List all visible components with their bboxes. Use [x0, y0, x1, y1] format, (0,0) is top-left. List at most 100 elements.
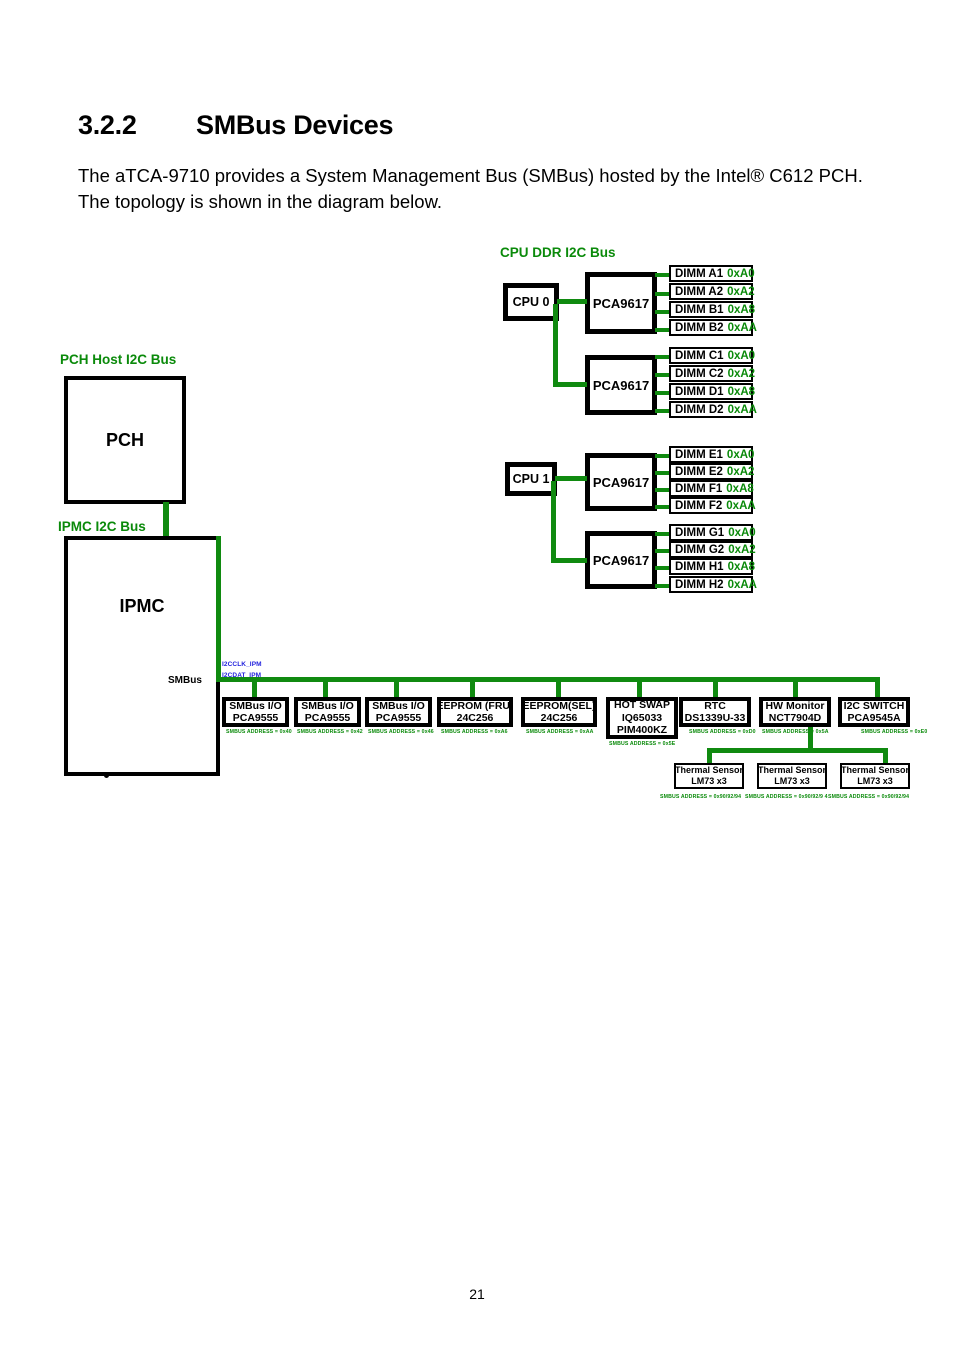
device-hw-monitor: HW Monitor NCT7904D: [759, 697, 831, 727]
device-thermal-sensor-1-address: SMBUS ADDRESS = 0x90/92/94: [660, 794, 742, 800]
dimm-f1-address: 0xA8: [726, 482, 754, 495]
chip-pca9617-d-label: PCA9617: [592, 552, 650, 568]
wire-drop-device-2: [323, 680, 328, 698]
device-smbus-io-3-line1: SMBus I/O: [372, 699, 425, 712]
dimm-a2-address: 0xA2: [727, 285, 755, 298]
device-rtc-line2: DS1339U-33: [684, 712, 746, 724]
chip-pca9617-c: PCA9617: [585, 453, 657, 511]
dimm-a2: DIMM A2 0xA2: [669, 283, 755, 300]
dimm-d2-address: 0xAA: [727, 403, 757, 416]
dimm-c2-label: DIMM C2: [675, 367, 724, 380]
dimm-d1-address: 0xA8: [727, 385, 756, 398]
dimm-c1-address: 0xA0: [727, 349, 756, 362]
wire-drop-device-5: [556, 680, 561, 698]
chip-pch-label: PCH: [105, 429, 144, 450]
wire-cpu0-drop: [553, 304, 558, 382]
wire-ipmc-right-edge: [216, 536, 221, 680]
chip-pca9617-b: PCA9617: [585, 355, 657, 415]
device-smbus-io-1-address: SMBUS ADDRESS = 0x40: [226, 729, 292, 735]
wire-drop-device-8: [793, 680, 798, 698]
device-hw-monitor-line2: NCT7904D: [768, 712, 822, 724]
dimm-c1: DIMM C1 0xA0: [669, 347, 756, 364]
ipmc-smbus-port-label: SMBus: [168, 675, 202, 686]
wire-drop-device-4: [470, 680, 475, 698]
device-smbus-io-2-line2: PCA9555: [304, 712, 351, 724]
chip-cpu1: CPU 1: [505, 462, 557, 496]
dimm-e2-address: 0xA2: [726, 465, 755, 478]
device-smbus-io-3-address: SMBUS ADDRESS = 0x46: [368, 729, 434, 735]
dimm-b2-label: DIMM B2: [675, 321, 724, 334]
chip-pca9617-c-label: PCA9617: [592, 474, 650, 490]
device-eeprom-sel-line2: 24C256: [540, 712, 578, 724]
wire-cpu1-to-mux-d: [551, 558, 587, 563]
device-smbus-io-1-line1: SMBus I/O: [229, 699, 282, 712]
chip-cpu0: CPU 0: [503, 283, 559, 321]
dimm-h1: DIMM H1 0xA8: [669, 558, 755, 575]
device-smbus-io-2-line1: SMBus I/O: [301, 699, 354, 712]
wire-cpu1-to-mux-c: [555, 476, 587, 481]
bus-label-pch-host: PCH Host I2C Bus: [60, 352, 177, 367]
device-i2c-switch-address: SMBUS ADDRESS = 0xE0: [861, 729, 928, 735]
chip-pca9617-d: PCA9617: [585, 531, 657, 589]
dimm-f2-label: DIMM F2: [675, 499, 723, 512]
device-smbus-io-3: SMBus I/O PCA9555: [365, 697, 432, 727]
device-thermal-sensor-2-line1: Thermal Sensor: [757, 765, 827, 776]
device-hot-swap-line1: HOT SWAP: [613, 699, 670, 712]
dimm-g2: DIMM G2 0xA2: [669, 541, 756, 558]
dimm-b1-address: 0xA8: [727, 303, 756, 316]
dimm-e1-label: DIMM E1: [675, 448, 723, 461]
device-hot-swap-line3: PIM400KZ: [616, 724, 668, 737]
chip-pch: PCH: [64, 376, 186, 504]
wire-drop-device-1: [252, 680, 257, 698]
wire-drop-device-6: [637, 680, 642, 698]
dimm-h2-address: 0xAA: [727, 578, 757, 591]
device-eeprom-sel-address: SMBUS ADDRESS = 0xAA: [526, 729, 594, 735]
dimm-g1-label: DIMM G1: [675, 526, 725, 539]
dimm-a2-label: DIMM A2: [675, 285, 724, 298]
ipmc-corner-dot: [104, 773, 109, 778]
device-smbus-io-2-address: SMBUS ADDRESS = 0x42: [297, 729, 363, 735]
device-smbus-io-1: SMBus I/O PCA9555: [222, 697, 289, 727]
chip-cpu0-label: CPU 0: [512, 295, 550, 309]
dimm-g2-label: DIMM G2: [675, 543, 725, 556]
device-rtc-address: SMBUS ADDRESS = 0xD0: [689, 729, 756, 735]
chip-pca9617-a: PCA9617: [585, 272, 657, 334]
device-smbus-io-3-line2: PCA9555: [375, 712, 422, 724]
device-eeprom-sel-line1: EEPROM(SEL): [522, 699, 596, 712]
device-i2c-switch-line1: I2C SWITCH: [843, 699, 905, 712]
dimm-h2-label: DIMM H2: [675, 578, 724, 591]
device-smbus-io-1-line2: PCA9555: [232, 712, 279, 724]
device-thermal-sensor-1-line1: Thermal Sensor: [674, 765, 744, 776]
dimm-f2: DIMM F2 0xAA: [669, 497, 756, 514]
device-thermal-sensor-2-address: SMBUS ADDRESS = 0x90/92/9 4: [745, 794, 828, 800]
wire-drop-device-7: [713, 680, 718, 698]
device-eeprom-sel: EEPROM(SEL) 24C256: [521, 697, 597, 727]
wire-thermal-bus: [707, 748, 888, 753]
dimm-g1: DIMM G1 0xA0: [669, 524, 756, 541]
dimm-b2: DIMM B2 0xAA: [669, 319, 757, 336]
device-hw-monitor-line1: HW Monitor: [765, 699, 825, 712]
signal-label-i2cclk-ipm: I2CCLK_IPM: [222, 661, 262, 668]
dimm-a1-label: DIMM A1: [675, 267, 724, 280]
chip-ipmc: IPMC: [64, 536, 220, 776]
dimm-e1-address: 0xA0: [726, 448, 755, 461]
wire-pch-to-ipmc: [163, 502, 169, 538]
wire-cpu0-to-mux-b: [553, 382, 587, 387]
dimm-a1-address: 0xA0: [727, 267, 755, 280]
dimm-a1: DIMM A1 0xA0: [669, 265, 755, 282]
wire-cpu1-drop: [551, 481, 556, 559]
device-hot-swap: HOT SWAP IQ65033 PIM400KZ: [606, 697, 678, 739]
dimm-d2: DIMM D2 0xAA: [669, 401, 757, 418]
smbus-topology-diagram: CPU DDR I2C Bus PCH Host I2C Bus IPMC I2…: [0, 0, 954, 1350]
device-rtc-line1: RTC: [704, 699, 726, 712]
dimm-d1: DIMM D1 0xA8: [669, 383, 756, 400]
dimm-b1: DIMM B1 0xA8: [669, 301, 756, 318]
wire-drop-device-3: [394, 680, 399, 698]
bus-label-ipmc: IPMC I2C Bus: [58, 519, 146, 534]
device-thermal-sensor-1-line2: LM73 x3: [691, 776, 727, 786]
bus-label-cpu-ddr: CPU DDR I2C Bus: [500, 245, 616, 260]
device-thermal-sensor-3-address: SMBUS ADDRESS = 0x90/92/94: [828, 794, 910, 800]
device-thermal-sensor-3-line1: Thermal Sensor: [840, 765, 910, 776]
dimm-c1-label: DIMM C1: [675, 349, 724, 362]
device-eeprom-fru-line1: EEPROM (FRU): [436, 699, 514, 712]
